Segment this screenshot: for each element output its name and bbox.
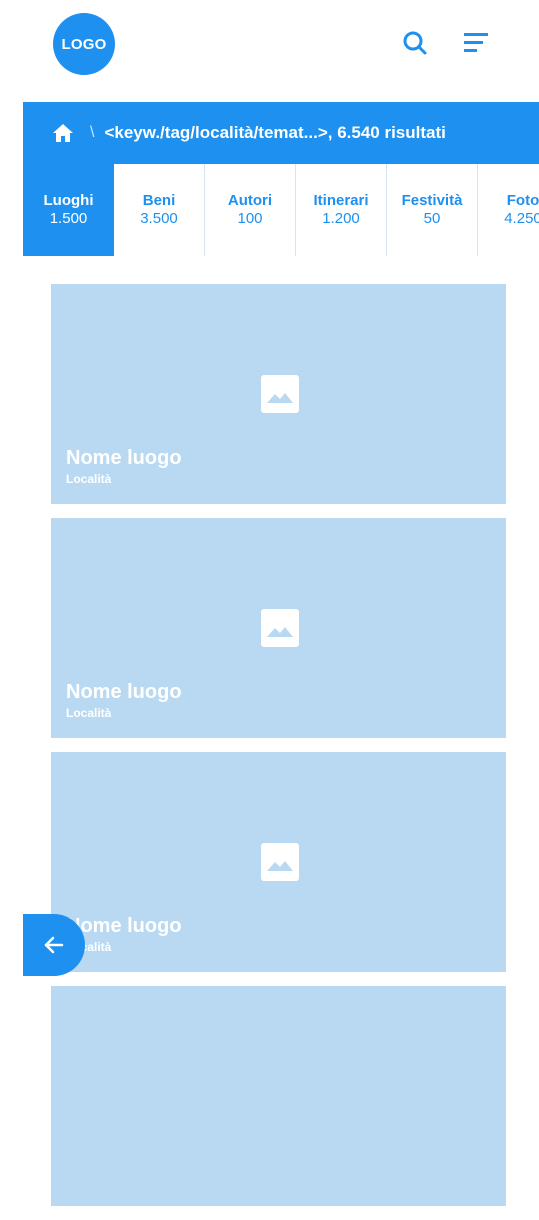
results-list: Nome luogo Località Nome luogo Località … [51, 284, 506, 1220]
tab-count: 50 [423, 210, 441, 227]
tab-label: Festività [401, 192, 463, 209]
menu-icon [464, 33, 488, 52]
tab-count: 1.200 [322, 210, 360, 227]
tab-count: 3.500 [140, 210, 178, 227]
tab-foto[interactable]: Foto 4.250 [478, 164, 539, 256]
tab-count: 100 [237, 210, 263, 227]
arrow-left-icon [44, 936, 64, 954]
place-card[interactable]: Nome luogo Località [51, 284, 506, 504]
place-card[interactable]: Nome luogo Località [51, 518, 506, 738]
search-icon [403, 31, 427, 55]
image-placeholder-icon [261, 609, 299, 647]
tab-count: 4.250 [504, 210, 539, 227]
card-subtitle: Località [66, 706, 112, 720]
category-tabs: Luoghi 1.500 Beni 3.500 Autori 100 Itine… [23, 164, 539, 256]
tab-count: 1.500 [49, 210, 88, 227]
tab-beni[interactable]: Beni 3.500 [114, 164, 205, 256]
tab-label: Foto [506, 192, 539, 209]
tab-label: Luoghi [43, 192, 94, 209]
image-placeholder-icon [261, 375, 299, 413]
tab-luoghi[interactable]: Luoghi 1.500 [23, 164, 114, 256]
logo[interactable]: LOGO [53, 13, 115, 75]
back-button[interactable] [23, 914, 85, 976]
place-card[interactable] [51, 986, 506, 1206]
card-title: Nome luogo [66, 447, 182, 469]
tab-festivita[interactable]: Festività 50 [387, 164, 478, 256]
tab-label: Itinerari [313, 192, 369, 209]
tab-itinerari[interactable]: Itinerari 1.200 [296, 164, 387, 256]
menu-button[interactable] [462, 28, 492, 58]
app-header: LOGO [0, 0, 539, 100]
search-button[interactable] [400, 28, 430, 58]
tab-label: Beni [142, 192, 176, 209]
home-icon[interactable] [52, 123, 74, 143]
breadcrumb: \ <keyw./tag/località/temat...>, 6.540 r… [23, 102, 539, 164]
breadcrumb-current: <keyw./tag/località/temat...>, 6.540 ris… [104, 123, 446, 142]
breadcrumb-separator: \ [90, 124, 95, 141]
image-placeholder-icon [261, 843, 299, 881]
tab-label: Autori [227, 192, 273, 209]
place-card[interactable]: Nome luogo Località [51, 752, 506, 972]
tab-autori[interactable]: Autori 100 [205, 164, 296, 256]
card-subtitle: Località [66, 472, 112, 486]
card-title: Nome luogo [66, 681, 182, 703]
